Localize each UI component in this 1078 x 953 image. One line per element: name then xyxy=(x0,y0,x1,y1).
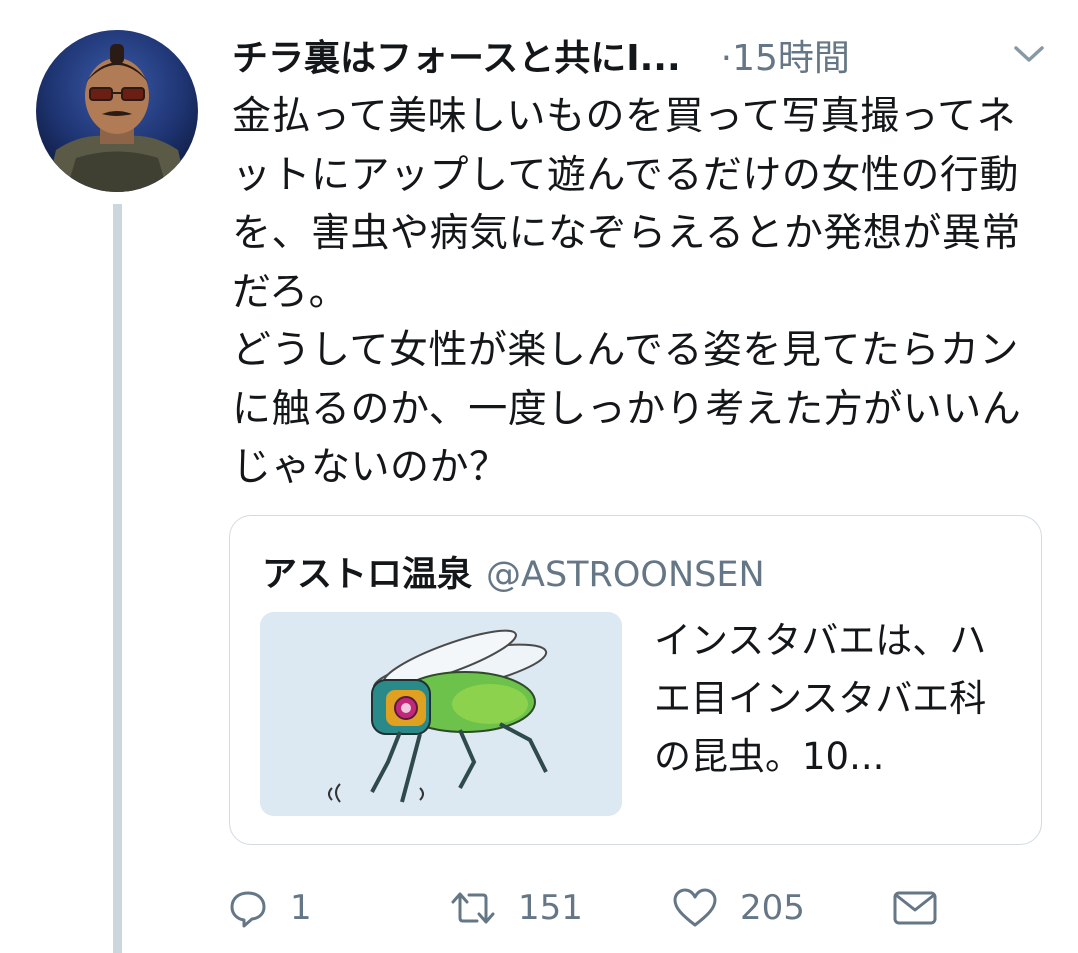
quoted-tweet-header: アストロ温泉 @ASTROONSEN xyxy=(262,546,765,597)
chevron-down-icon[interactable] xyxy=(1012,42,1046,66)
quoted-display-name: アストロ温泉 xyxy=(262,555,473,595)
tweet-actions: 1 151 205 xyxy=(228,880,948,936)
avatar-image xyxy=(36,30,198,192)
quoted-media-image[interactable] xyxy=(260,612,622,816)
avatar[interactable] xyxy=(36,30,198,192)
retweet-count: 151 xyxy=(518,888,583,928)
retweet-button[interactable]: 151 xyxy=(450,880,583,936)
retweet-icon xyxy=(450,888,496,928)
quoted-tweet-card[interactable]: アストロ温泉 @ASTROONSEN インスタバエは、ハエ目インスタバエ科の昆虫… xyxy=(229,515,1042,845)
like-button[interactable]: 205 xyxy=(672,880,805,936)
direct-message-button[interactable] xyxy=(892,880,938,936)
quoted-handle: @ASTROONSEN xyxy=(486,555,765,595)
tweet-text: 金払って美味しいものを買って写真撮ってネットにアップして遊んでるだけの女性の行動… xyxy=(232,94,1022,490)
reply-icon xyxy=(228,888,268,928)
thread-line xyxy=(113,204,122,953)
fly-illustration-icon xyxy=(260,612,622,816)
heart-icon xyxy=(672,888,718,928)
tweet-header: チラ裏はフォースと共にI... ·15時間 xyxy=(232,30,1052,80)
like-count: 205 xyxy=(740,888,805,928)
display-name[interactable]: チラ裏はフォースと共にI... xyxy=(232,29,681,81)
envelope-icon xyxy=(892,888,938,928)
reply-button[interactable]: 1 xyxy=(228,880,312,936)
timestamp[interactable]: ·15時間 xyxy=(721,29,850,81)
reply-count: 1 xyxy=(290,888,312,928)
quoted-tweet-text: インスタバエは、ハエ目インスタバエ科の昆虫。10... xyxy=(654,619,987,778)
